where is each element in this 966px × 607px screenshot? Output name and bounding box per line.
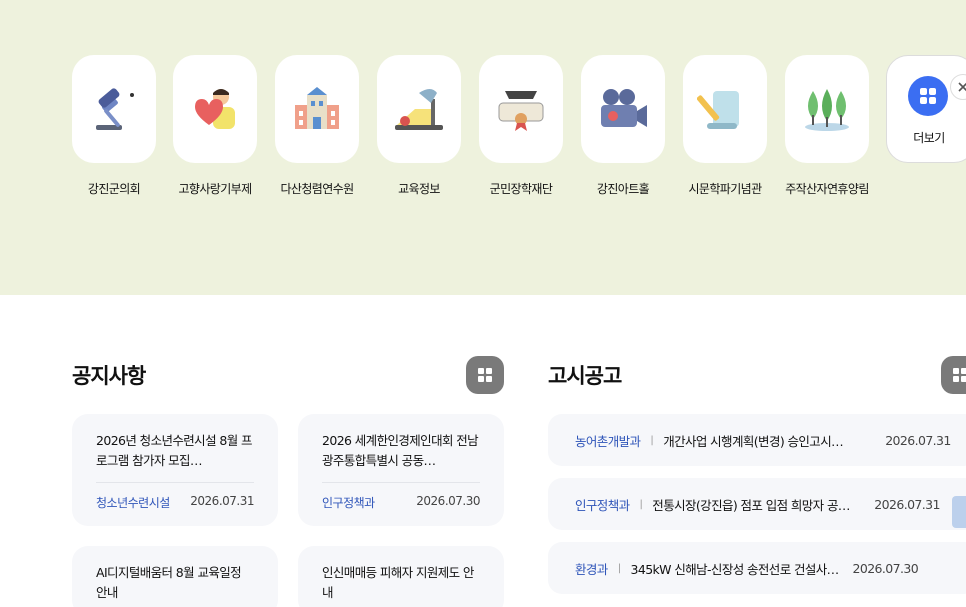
announcements-more-button[interactable] [941,356,966,394]
notice-date: 2026.07.30 [416,494,480,508]
quick-link-card[interactable] [173,55,257,163]
grid-icon [953,368,966,382]
notice-dept: 인구정책과 [322,496,375,510]
notice-card[interactable]: 2026년 청소년수련시설 8월 프로그램 참가자 모집… 청소년수련시설 20… [72,414,278,526]
trees-icon [805,89,849,131]
notice-card[interactable]: AI디지털배움터 8월 교육일정 안내 [72,546,278,607]
quick-link-card[interactable] [377,55,461,163]
quick-link-card[interactable] [275,55,359,163]
heart-person-icon [195,89,235,129]
gavel-icon [96,88,134,130]
notices-title: 공지사항 [72,364,146,388]
grid-icon [478,368,492,382]
quick-link-card[interactable] [581,55,665,163]
notice-title: AI디지털배움터 8월 교육일정 안내 [96,565,242,600]
quick-link-scholarship[interactable]: 군민장학재단 [479,55,563,198]
quick-link-label: 군민장학재단 [489,182,553,196]
quick-link-label: 교육정보 [398,182,440,196]
film-camera-icon [601,89,647,127]
desk-lamp-icon [395,89,443,130]
separator: | [650,434,654,446]
announcement-title: 개간사업 시행계획(변경) 승인고시… [663,433,843,449]
notice-title: 2026 세계한인경제인대회 전남광주통합특별시 공동… [322,433,479,468]
quick-link-dasan-academy[interactable]: 다산청렴연수원 [275,55,359,198]
quick-link-label: 다산청렴연수원 [280,182,354,196]
more-label: 더보기 [913,131,945,145]
quick-link-label: 주작산자연휴양림 [785,182,869,196]
side-tab[interactable] [952,496,966,528]
quick-link-card[interactable] [479,55,563,163]
notice-title: 2026년 청소년수련시설 8월 프로그램 참가자 모집… [96,433,252,468]
announcement-date: 2026.07.31 [885,432,951,448]
announcement-dept: 환경과 [575,561,608,577]
quick-link-label: 강진군의회 [87,182,141,196]
notice-date: 2026.07.31 [190,494,254,508]
quick-link-label: 고향사랑기부제 [178,182,252,196]
separator: | [617,562,621,574]
notice-dept: 청소년수련시설 [96,496,170,510]
quick-link-card[interactable] [72,55,156,163]
quick-link-card[interactable] [683,55,767,163]
notices-more-button[interactable] [466,356,504,394]
graduation-diploma-icon [498,91,544,131]
quick-link-arthall[interactable]: 강진아트홀 [581,55,665,198]
announcement-dept: 인구정책과 [575,497,630,513]
announcement-title: 345kW 신해남-신장성 송전선로 건설사… [630,561,839,577]
notice-meta: 청소년수련시설 2026.07.31 [96,482,254,511]
quick-link-hometown-donation[interactable]: 고향사랑기부제 [173,55,257,198]
announcement-row[interactable]: 환경과 | 345kW 신해남-신장성 송전선로 건설사… 2026.07.30 [548,542,966,594]
quick-link-label: 강진아트홀 [596,182,650,196]
announcement-row[interactable]: 농어촌개발과 | 개간사업 시행계획(변경) 승인고시… 2026.07.31 [548,414,966,466]
announcement-date: 2026.07.31 [874,496,940,512]
notice-title: 인신매매등 피해자 지원제도 안내 [322,565,474,600]
quick-link-forest[interactable]: 주작산자연휴양림 [785,55,869,198]
announcement-row[interactable]: 인구정책과 | 전통시장(강진읍) 점포 입점 희망자 공… 2026.07.3… [548,478,966,530]
quick-link-card[interactable] [785,55,869,163]
notice-card[interactable]: 인신매매등 피해자 지원제도 안내 [298,546,504,607]
announcement-title: 전통시장(강진읍) 점포 입점 희망자 공… [652,497,850,513]
announcement-dept: 농어촌개발과 [575,433,641,449]
notice-meta: 인구정책과 2026.07.30 [322,482,480,511]
separator: | [639,498,643,510]
announcement-date: 2026.07.30 [852,560,919,576]
quick-link-education[interactable]: 교육정보 [377,55,461,198]
grid-icon [908,76,948,116]
quick-link-council[interactable]: 강진군의회 [72,55,156,198]
quick-link-label: 시문학파기념관 [688,182,762,196]
more-button[interactable]: 더보기 [886,55,966,163]
pencil-scroll-icon [697,91,739,129]
notice-card[interactable]: 2026 세계한인경제인대회 전남광주통합특별시 공동… 인구정책과 2026.… [298,414,504,526]
announcements-title: 고시공고 [548,364,622,388]
building-icon [295,87,339,129]
quick-link-poetry-museum[interactable]: 시문학파기념관 [683,55,767,198]
